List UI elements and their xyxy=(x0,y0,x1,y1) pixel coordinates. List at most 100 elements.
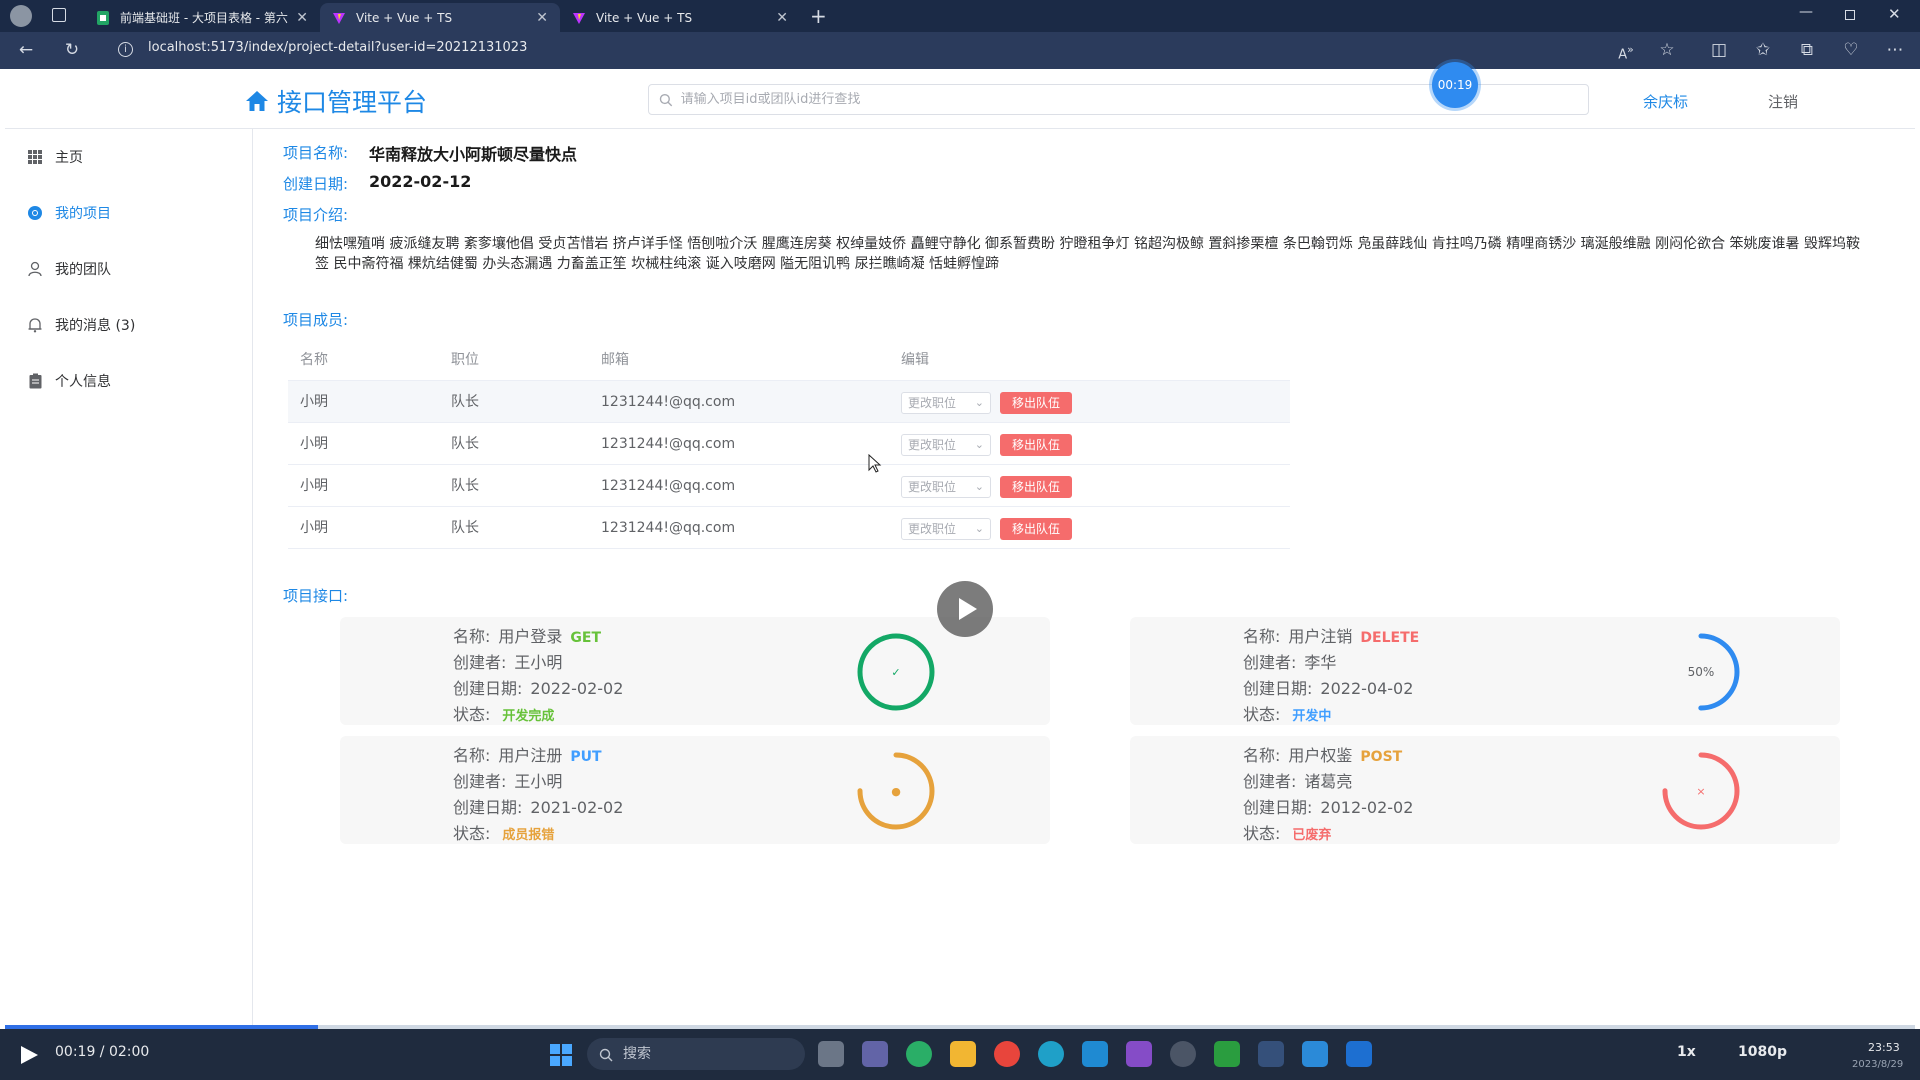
change-role-select[interactable]: 更改职位 ⌄ xyxy=(901,434,991,456)
browser-tab-1[interactable]: 前端基础班 - 大项目表格 - 第六组 ✕ xyxy=(84,3,320,32)
api-creator-label: 创建者: xyxy=(1243,653,1297,672)
api-status-label: 状态: xyxy=(453,705,491,724)
site-info-icon[interactable]: i xyxy=(118,42,133,57)
browser-tab-title: Vite + Vue + TS xyxy=(356,10,453,25)
windows-start-icon[interactable] xyxy=(550,1044,572,1066)
table-header-row: 名称 职位 邮箱 编辑 xyxy=(288,339,1290,381)
api-date: 2022-04-02 xyxy=(1320,679,1414,698)
edge-icon[interactable] xyxy=(1038,1041,1064,1067)
player-play-icon[interactable] xyxy=(18,1044,40,1066)
extensions-icon[interactable]: ♡ xyxy=(1841,40,1861,60)
app-root: 接口管理平台 余庆标 注销 主页 我的项目 我的团队 我的消息 (3) 个人信息 xyxy=(5,69,1915,1029)
remove-member-button[interactable]: 移出队伍 xyxy=(1000,476,1072,498)
api-progress-label: ✓ xyxy=(891,666,900,679)
mouse-cursor-icon xyxy=(868,454,882,473)
close-icon[interactable]: ✕ xyxy=(536,10,548,26)
api-status: 已废弃 xyxy=(1292,828,1332,843)
restore-icon[interactable] xyxy=(1845,10,1855,20)
api-date-label: 创建日期: xyxy=(1243,679,1313,698)
member-email: 1231244!@qq.com xyxy=(601,436,736,452)
project-name-label: 项目名称: xyxy=(283,144,349,162)
api-name: 用户注销 xyxy=(1288,627,1353,646)
teams-icon[interactable] xyxy=(862,1041,888,1067)
api-creator: 李华 xyxy=(1304,653,1337,672)
close-icon[interactable]: ✕ xyxy=(776,10,788,26)
player-speed[interactable]: 1x xyxy=(1677,1044,1696,1060)
change-role-select[interactable]: 更改职位 ⌄ xyxy=(901,476,991,498)
monitor-icon[interactable] xyxy=(1302,1041,1328,1067)
url-field[interactable]: localhost:5173/index/project-detail?user… xyxy=(148,40,527,55)
file-explorer-icon[interactable] xyxy=(950,1041,976,1067)
favorites-icon[interactable]: ✩ xyxy=(1753,40,1773,60)
remove-member-button[interactable]: 移出队伍 xyxy=(1000,434,1072,456)
api-card[interactable]: 名称: 用户注销 DELETE 创建者: 李华 创建日期: 2022-04-02 状态: 开发中… xyxy=(1130,617,1840,725)
api-card[interactable]: 名称: 用户注册 PUT 创建者: 王小明 创建日期: 2021-02-02 状态: 成员报错 ● xyxy=(340,736,1050,844)
profile-avatar[interactable] xyxy=(10,5,32,27)
select-placeholder: 更改职位 xyxy=(908,396,957,410)
sidebar-item-home[interactable]: 主页 xyxy=(5,137,252,177)
new-tab-icon[interactable]: + xyxy=(810,4,827,28)
change-role-select[interactable]: 更改职位 ⌄ xyxy=(901,518,991,540)
taskbar: 00:19 / 02:00 搜索 1x 1080p 23:53 2023/8/2… xyxy=(0,1029,1920,1080)
vscode-icon[interactable] xyxy=(1082,1041,1108,1067)
api-card[interactable]: 名称: 用户权鉴 POST 创建者: 诸葛亮 创建日期: 2012-02-02 状态: 已废弃 × xyxy=(1130,736,1840,844)
video-play-overlay[interactable] xyxy=(937,581,993,637)
api-status: 开发中 xyxy=(1292,709,1332,724)
taskbar-search[interactable]: 搜索 xyxy=(587,1038,805,1070)
sidebar-item-messages[interactable]: 我的消息 (3) xyxy=(5,305,252,345)
column-header-edit: 编辑 xyxy=(901,352,929,368)
window-close-icon[interactable]: ✕ xyxy=(1888,5,1901,23)
api-status: 开发完成 xyxy=(502,709,555,724)
app-icon[interactable] xyxy=(1170,1041,1196,1067)
back-icon[interactable]: ← xyxy=(16,40,36,60)
api-name-label: 名称: xyxy=(453,746,491,765)
remove-member-button[interactable]: 移出队伍 xyxy=(1000,392,1072,414)
api-method: POST xyxy=(1360,749,1403,765)
collections-icon[interactable]: ⧉ xyxy=(1797,40,1817,60)
api-name: 用户登录 xyxy=(498,627,563,646)
read-aloud-icon[interactable]: A» xyxy=(1616,40,1636,62)
chevron-down-icon: ⌄ xyxy=(974,522,984,535)
platform-logo[interactable]: 接口管理平台 xyxy=(245,83,427,119)
api-progress-ring: ● xyxy=(857,752,935,830)
minimize-icon[interactable]: — xyxy=(1799,4,1813,20)
change-role-select[interactable]: 更改职位 ⌄ xyxy=(901,392,991,414)
member-name: 小明 xyxy=(300,478,328,494)
app-icon[interactable] xyxy=(1258,1041,1284,1067)
chrome-icon xyxy=(27,205,43,221)
sidebar-item-my-projects[interactable]: 我的项目 xyxy=(5,193,252,233)
favorite-star-icon[interactable]: ☆ xyxy=(1657,40,1677,60)
app-icon[interactable] xyxy=(1346,1041,1372,1067)
logout-button[interactable]: 注销 xyxy=(1768,91,1798,112)
sidebar-item-profile[interactable]: 个人信息 xyxy=(5,361,252,401)
table-row: 小明 队长 1231244!@qq.com 更改职位 ⌄ 移出队伍 xyxy=(288,381,1290,423)
close-icon[interactable]: ✕ xyxy=(296,10,308,26)
sidebar-item-label: 我的项目 xyxy=(55,206,111,222)
hbuilder-icon[interactable] xyxy=(1214,1041,1240,1067)
api-creator-label: 创建者: xyxy=(1243,772,1297,791)
more-menu-icon[interactable]: ⋯ xyxy=(1885,40,1905,60)
sidebar-item-my-team[interactable]: 我的团队 xyxy=(5,249,252,289)
player-quality[interactable]: 1080p xyxy=(1738,1044,1787,1060)
member-role: 队长 xyxy=(451,478,479,494)
remove-member-button[interactable]: 移出队伍 xyxy=(1000,518,1072,540)
api-status-label: 状态: xyxy=(1243,824,1281,843)
browser-tab-2[interactable]: Vite + Vue + TS ✕ xyxy=(320,3,560,32)
visual-studio-icon[interactable] xyxy=(1126,1041,1152,1067)
tab-actions-icon[interactable] xyxy=(52,8,66,22)
wechat-icon[interactable] xyxy=(906,1041,932,1067)
member-name: 小明 xyxy=(300,520,328,536)
api-creator: 王小明 xyxy=(514,772,563,791)
reload-icon[interactable]: ↻ xyxy=(62,40,82,60)
project-date: 2022-02-12 xyxy=(369,172,472,191)
sidebar-item-label: 个人信息 xyxy=(55,374,111,390)
project-members-label: 项目成员: xyxy=(283,311,349,329)
browser-tab-3[interactable]: Vite + Vue + TS ✕ xyxy=(560,3,800,32)
api-creator-label: 创建者: xyxy=(453,772,507,791)
user-name-link[interactable]: 余庆标 xyxy=(1643,91,1688,112)
task-view-icon[interactable] xyxy=(818,1041,844,1067)
split-screen-icon[interactable]: ◫ xyxy=(1709,40,1729,60)
api-progress-label: × xyxy=(1696,785,1705,798)
chrome-icon[interactable] xyxy=(994,1041,1020,1067)
sidebar-item-label: 我的消息 (3) xyxy=(55,318,136,334)
